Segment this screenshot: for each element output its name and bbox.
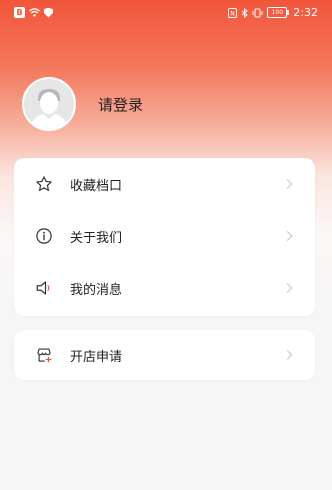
login-label[interactable]: 请登录 (98, 94, 143, 115)
menu-item-label: 开店申请 (70, 349, 123, 365)
menu-item-about[interactable]: 关于我们 (14, 210, 315, 262)
svg-text:N: N (231, 10, 236, 17)
profile-header[interactable]: 请登录 (22, 75, 143, 133)
chevron-right-icon (282, 350, 293, 360)
nfc-icon: N (228, 7, 238, 18)
chevron-right-icon (282, 231, 293, 241)
status-left: B (14, 7, 53, 18)
status-bar: B N 100 2:32 (0, 0, 332, 26)
menu-item-label: 关于我们 (70, 230, 123, 246)
status-time: 2:32 (293, 6, 318, 19)
vibrate-icon (252, 8, 263, 17)
battery-icon: 100 (267, 7, 290, 18)
shop-add-icon (35, 346, 53, 364)
menu-item-messages[interactable]: 我的消息 (14, 262, 315, 314)
info-icon (35, 227, 53, 245)
speaker-icon (35, 279, 53, 297)
star-icon (35, 175, 53, 193)
shield-icon (44, 7, 53, 18)
default-avatar-icon (30, 89, 68, 129)
shop-card: 开店申请 (14, 330, 315, 380)
bluetooth-icon (241, 7, 249, 18)
chevron-right-icon (282, 283, 293, 293)
app-badge-icon: B (14, 7, 25, 18)
status-right: N 100 2:32 (228, 6, 318, 19)
avatar[interactable] (22, 77, 76, 131)
menu-item-label: 收藏档口 (70, 178, 123, 194)
wifi-icon (29, 8, 40, 17)
menu-item-label: 我的消息 (70, 282, 123, 298)
menu-item-favorites[interactable]: 收藏档口 (14, 158, 315, 210)
menu-item-open-shop[interactable]: 开店申请 (14, 330, 315, 380)
menu-card: 收藏档口 关于我们 我的消息 (14, 158, 315, 316)
chevron-right-icon (282, 179, 293, 189)
